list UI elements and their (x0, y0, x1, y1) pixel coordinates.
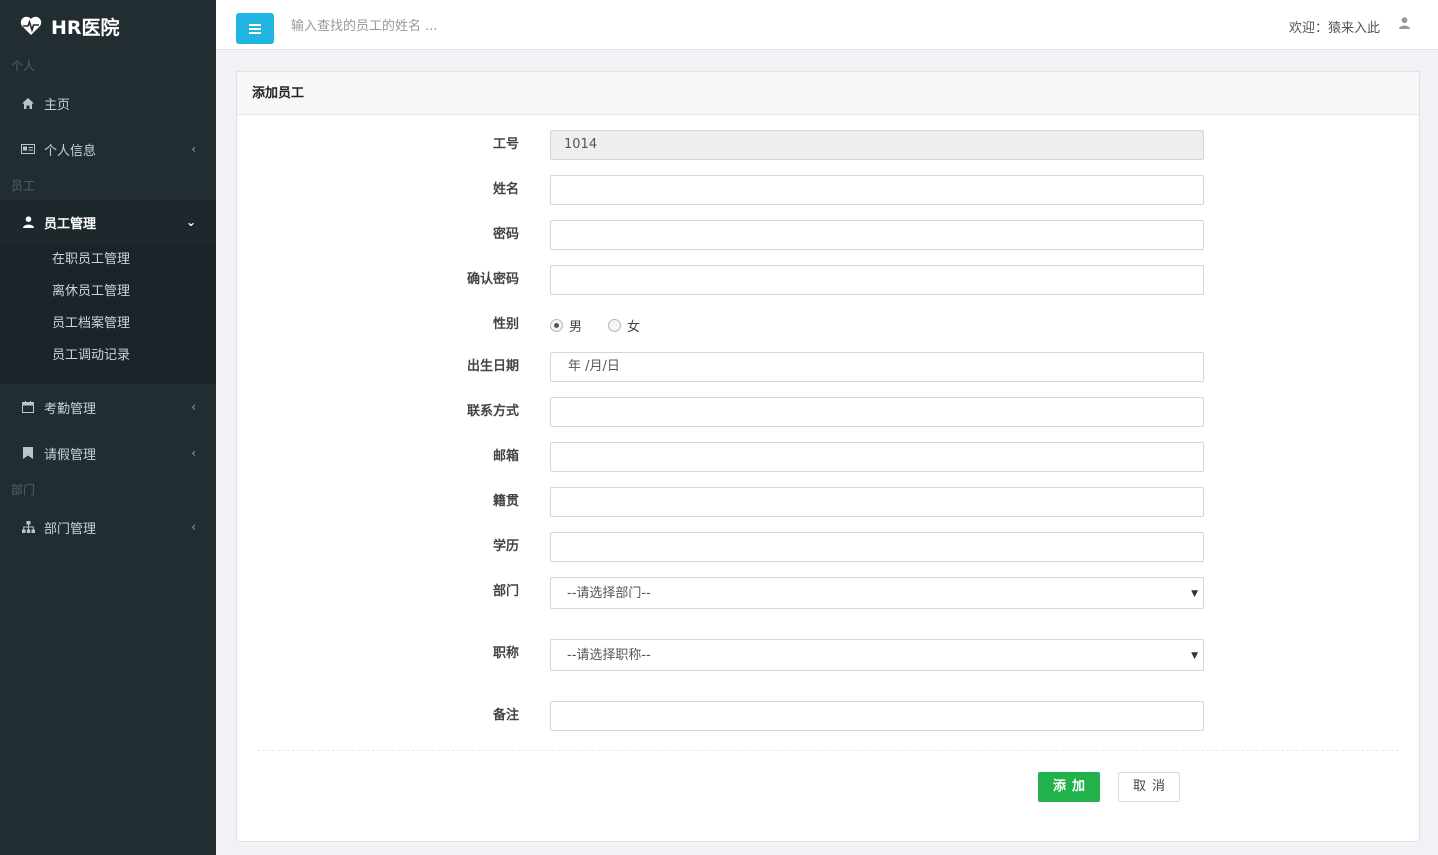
home-icon (21, 96, 35, 110)
form-row-name: 姓名 (237, 175, 1419, 205)
department-select[interactable]: --请选择部门-- ▼ (550, 577, 1204, 609)
add-employee-panel: 添加员工 工号 1014 姓名 密码 确认密码 性别 男 女 出生日期 年 /月… (236, 71, 1420, 842)
form-row-contact: 联系方式 (237, 397, 1419, 427)
user-icon (21, 215, 35, 229)
chevron-down-icon: ⌄ (185, 215, 196, 229)
form-row-password: 密码 (237, 220, 1419, 250)
sidebar-item-label: 员工管理 (44, 216, 97, 232)
native-place-label: 籍贯 (492, 494, 519, 509)
gender-male-label: 男 (569, 319, 583, 335)
email-input[interactable] (550, 442, 1204, 472)
panel-title: 添加员工 (237, 72, 1419, 115)
dropdown-arrow-icon: ▼ (1191, 589, 1198, 599)
education-label: 学历 (492, 539, 519, 554)
sidebar-item-label: 主页 (44, 97, 71, 113)
gender-female-label: 女 (627, 319, 641, 335)
department-label: 部门 (492, 584, 519, 599)
form-row-education: 学历 (237, 532, 1419, 562)
confirm-password-input[interactable] (550, 265, 1204, 295)
add-button[interactable]: 添加 (1038, 772, 1100, 802)
search-input[interactable] (280, 12, 680, 40)
submenu-item-staff-files[interactable]: 员工档案管理 (0, 308, 216, 340)
sidebar-item-label: 请假管理 (44, 447, 97, 463)
sidebar-item-label: 考勤管理 (44, 401, 97, 417)
brand-title: HR医院 (51, 16, 120, 39)
submenu-item-active-staff[interactable]: 在职员工管理 (0, 244, 216, 276)
bookmark-icon (21, 446, 35, 460)
id-card-icon (21, 142, 35, 156)
sidebar-item-attendance[interactable]: 考勤管理 ‹ (0, 384, 216, 430)
chevron-left-icon: ‹ (191, 446, 196, 460)
employee-id-field: 1014 (550, 130, 1204, 160)
form-row-native: 籍贯 (237, 487, 1419, 517)
sidebar-toggle-button[interactable] (236, 13, 274, 44)
birth-date-input[interactable]: 年 /月/日 (550, 352, 1204, 382)
section-personal: 个人 (11, 59, 36, 73)
menu-icon (249, 23, 261, 34)
sidebar-item-staff-management[interactable]: 员工管理 ⌄ (0, 200, 216, 244)
cancel-button[interactable]: 取消 (1118, 772, 1180, 802)
name-label: 姓名 (492, 182, 519, 197)
remark-input[interactable] (550, 701, 1204, 731)
form-row-email: 邮箱 (237, 442, 1419, 472)
chevron-left-icon: ‹ (191, 520, 196, 534)
dropdown-arrow-icon: ▼ (1191, 651, 1198, 661)
department-select-value: --请选择部门-- (567, 586, 651, 601)
gender-label: 性别 (492, 317, 519, 332)
birth-label: 出生日期 (466, 359, 519, 374)
submenu-item-retired-staff[interactable]: 离休员工管理 (0, 276, 216, 308)
chevron-left-icon: ‹ (191, 142, 196, 156)
job-title-select[interactable]: --请选择职称-- ▼ (550, 639, 1204, 671)
email-label: 邮箱 (492, 449, 519, 464)
password-label: 密码 (492, 227, 519, 242)
sidebar-item-home[interactable]: 主页 (0, 80, 216, 126)
gender-radio-group: 男 女 (550, 310, 666, 340)
form-row-id: 工号 1014 (237, 130, 1419, 160)
heartbeat-icon (20, 16, 42, 35)
form-row-title: 职称 --请选择职称-- ▼ (237, 639, 1419, 671)
section-staff: 员工 (11, 179, 36, 193)
topbar: 欢迎：猿来入此 (216, 0, 1438, 50)
submenu-item-transfer-records[interactable]: 员工调动记录 (0, 340, 216, 372)
form-row-gender: 性别 男 女 (237, 310, 1419, 340)
job-title-select-value: --请选择职称-- (567, 648, 651, 663)
section-department: 部门 (11, 483, 36, 497)
form-divider (257, 750, 1399, 751)
sidebar: HR医院 个人 主页 个人信息 ‹ 员工 员工管理 ⌄ 在职员工管理 离休员工管… (0, 0, 216, 855)
form-row-birth: 出生日期 年 /月/日 (237, 352, 1419, 382)
education-input[interactable] (550, 532, 1204, 562)
form-row-remark: 备注 (237, 701, 1419, 731)
job-title-label: 职称 (492, 646, 519, 661)
name-input[interactable] (550, 175, 1204, 205)
remark-label: 备注 (492, 708, 519, 723)
password-input[interactable] (550, 220, 1204, 250)
confirm-password-label: 确认密码 (466, 272, 519, 287)
form-row-confirm: 确认密码 (237, 265, 1419, 295)
brand[interactable]: HR医院 (0, 0, 216, 52)
gender-female-radio[interactable] (608, 318, 622, 332)
gender-male-radio[interactable] (550, 318, 563, 332)
sitemap-icon (21, 520, 35, 534)
form-row-department: 部门 --请选择部门-- ▼ (237, 577, 1419, 609)
sidebar-item-profile[interactable]: 个人信息 ‹ (0, 126, 216, 172)
staff-submenu: 在职员工管理 离休员工管理 员工档案管理 员工调动记录 (0, 244, 216, 384)
sidebar-item-leave[interactable]: 请假管理 ‹ (0, 430, 216, 476)
user-avatar-icon[interactable] (1399, 17, 1410, 33)
id-label: 工号 (492, 137, 519, 152)
sidebar-item-label: 部门管理 (44, 521, 97, 537)
sidebar-item-label: 个人信息 (44, 143, 97, 159)
calendar-icon (21, 400, 35, 414)
chevron-left-icon: ‹ (191, 400, 196, 414)
welcome-text: 欢迎：猿来入此 (1288, 21, 1380, 36)
contact-label: 联系方式 (466, 404, 519, 419)
native-place-input[interactable] (550, 487, 1204, 517)
sidebar-item-department[interactable]: 部门管理 ‹ (0, 504, 216, 550)
contact-input[interactable] (550, 397, 1204, 427)
